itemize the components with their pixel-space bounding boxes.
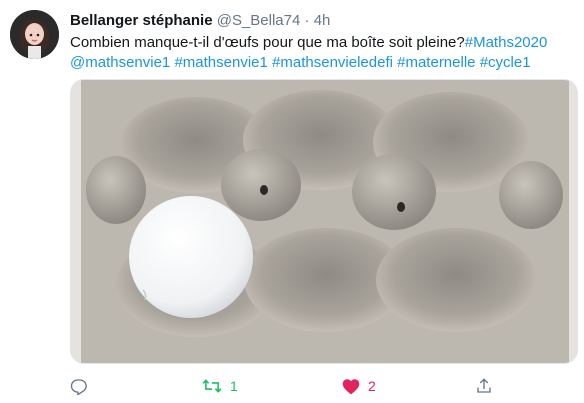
retweet-icon[interactable]	[202, 377, 222, 395]
tweet-photo[interactable]	[70, 79, 578, 364]
reply-button[interactable]	[70, 374, 88, 398]
hashtag-link[interactable]: #cycle1	[480, 54, 531, 71]
share-button[interactable]	[475, 374, 493, 398]
reply-icon[interactable]	[70, 377, 88, 395]
tweet-actions: 1 2	[70, 374, 570, 398]
tweet-text: Combien manque-t-il d'œufs pour que ma b…	[70, 33, 570, 73]
author-handle[interactable]: @S_Bella74	[217, 12, 301, 29]
avatar[interactable]	[10, 10, 59, 59]
tweet[interactable]: Bellanger stéphanie @S_Bella74 · 4h Comb…	[0, 0, 584, 403]
hashtag-link[interactable]: #mathsenvieledefi	[272, 54, 393, 71]
heart-icon[interactable]	[342, 378, 360, 395]
separator-dot: ·	[304, 12, 310, 29]
retweet-button[interactable]: 1	[202, 374, 238, 398]
hashtag-link[interactable]: #Maths2020	[465, 34, 548, 51]
tweet-header: Bellanger stéphanie @S_Bella74 · 4h	[70, 12, 330, 29]
like-count: 2	[368, 378, 376, 394]
tweet-time[interactable]: 4h	[314, 12, 331, 29]
retweet-count: 1	[230, 378, 238, 394]
author-name[interactable]: Bellanger stéphanie	[70, 12, 213, 29]
share-icon[interactable]	[475, 377, 493, 395]
hashtag-link[interactable]: #maternelle	[397, 54, 475, 71]
hashtag-link[interactable]: #mathsenvie1	[174, 54, 267, 71]
tweet-text-body: Combien manque-t-il d'œufs pour que ma b…	[70, 34, 465, 51]
mention-link[interactable]: @mathsenvie1	[70, 54, 170, 71]
like-button[interactable]: 2	[342, 374, 376, 398]
